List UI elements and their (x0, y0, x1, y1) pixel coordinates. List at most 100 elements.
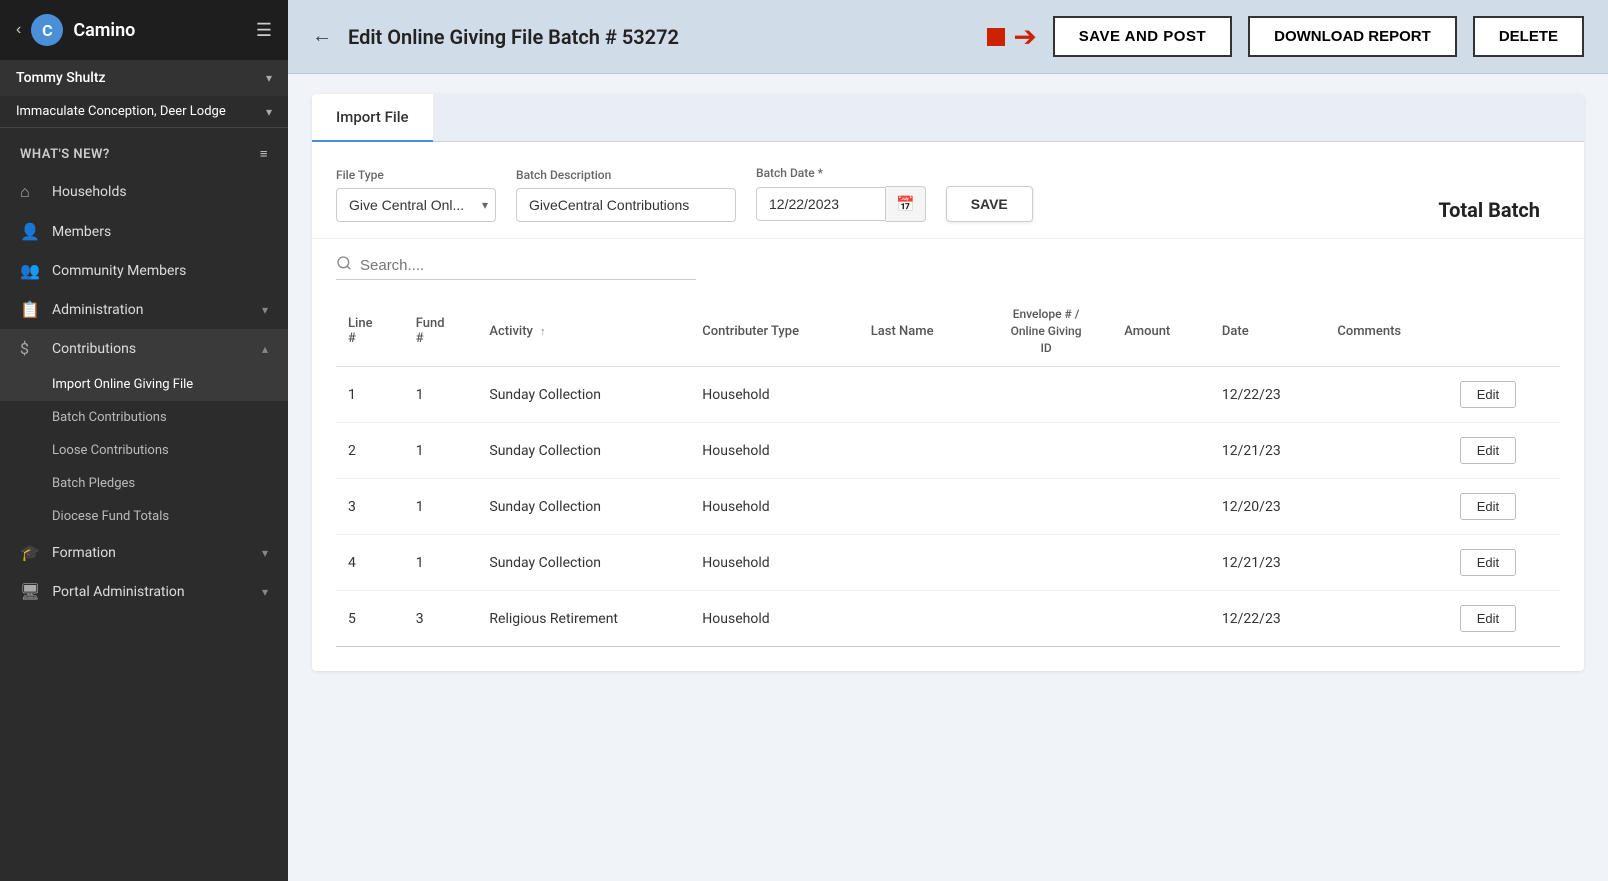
calendar-icon[interactable]: 📅 (886, 186, 926, 222)
save-button[interactable]: SAVE (946, 186, 1033, 222)
sidebar-back-button[interactable]: ‹ (16, 21, 21, 39)
cell-date: 12/22/23 (1210, 367, 1325, 423)
sort-icon[interactable]: ↑ (540, 325, 546, 338)
cell-date: 12/22/23 (1210, 591, 1325, 647)
edit-button[interactable]: Edit (1460, 549, 1516, 576)
cell-amount (1112, 479, 1210, 535)
topbar-back-button[interactable]: ← (312, 25, 332, 48)
sidebar-subitem-batch-pledges[interactable]: Batch Pledges (0, 467, 288, 500)
org-section[interactable]: Immaculate Conception, Deer Lodge ▾ (0, 96, 288, 128)
cell-date: 12/21/23 (1210, 535, 1325, 591)
search-input[interactable] (360, 257, 696, 274)
cell-fund: 3 (404, 591, 478, 647)
sidebar-item-label: Formation (52, 545, 250, 561)
cell-envelope (980, 367, 1112, 423)
cell-amount (1112, 535, 1210, 591)
user-section[interactable]: Tommy Shultz ▾ (0, 60, 288, 96)
sidebar-item-households[interactable]: ⌂ Households (0, 172, 288, 212)
cell-line: 3 (336, 479, 404, 535)
col-contributor-type: Contributer Type (690, 296, 858, 367)
group-icon: 👥 (20, 261, 40, 280)
cell-contributor-type: Household (690, 423, 858, 479)
search-area (312, 239, 1584, 296)
cell-comments (1325, 479, 1447, 535)
chevron-down-icon: ▾ (262, 585, 268, 599)
table-row: 2 1 Sunday Collection Household 12/21/23… (336, 423, 1560, 479)
cell-envelope (980, 479, 1112, 535)
table-header: Line# Fund# Activity ↑ Contributer Type … (336, 296, 1560, 367)
batch-description-input[interactable] (516, 188, 736, 222)
batch-date-input[interactable] (756, 187, 886, 221)
col-amount: Amount (1112, 296, 1210, 367)
cell-contributor-type: Household (690, 591, 858, 647)
cell-action: Edit (1448, 591, 1560, 647)
sidebar-header: ‹ C Camino ☰ (0, 0, 288, 60)
cell-envelope (980, 423, 1112, 479)
main-content: ← Edit Online Giving File Batch # 53272 … (288, 0, 1608, 881)
cell-contributor-type: Household (690, 535, 858, 591)
sidebar-item-members[interactable]: 👤 Members (0, 212, 288, 251)
sidebar-item-label: Administration (52, 302, 250, 318)
cell-date: 12/21/23 (1210, 423, 1325, 479)
sidebar-nav: WHAT'S NEW? ≡ ⌂ Households 👤 Members 👥 C… (0, 128, 288, 881)
sidebar-subitem-loose-contributions[interactable]: Loose Contributions (0, 434, 288, 467)
sidebar-item-contributions[interactable]: $ Contributions ▴ (0, 329, 288, 368)
edit-button[interactable]: Edit (1460, 437, 1516, 464)
sidebar-item-portal-administration[interactable]: 🖥 Portal Administration ▾ (0, 572, 288, 611)
cell-last-name (859, 479, 980, 535)
cell-fund: 1 (404, 479, 478, 535)
batch-date-wrapper: 📅 (756, 186, 926, 222)
hamburger-menu-button[interactable]: ☰ (256, 20, 272, 41)
contributions-table: Line# Fund# Activity ↑ Contributer Type … (336, 296, 1560, 647)
total-batch-label: Total Batch (1438, 198, 1560, 222)
table-row: 3 1 Sunday Collection Household 12/20/23… (336, 479, 1560, 535)
sidebar-subitem-batch-contributions[interactable]: Batch Contributions (0, 401, 288, 434)
cell-date: 12/20/23 (1210, 479, 1325, 535)
sidebar-item-label: Households (52, 184, 268, 200)
col-action (1448, 296, 1560, 367)
file-type-label: File Type (336, 168, 496, 182)
table-body: 1 1 Sunday Collection Household 12/22/23… (336, 367, 1560, 647)
delete-button[interactable]: DELETE (1473, 16, 1584, 57)
topbar: ← Edit Online Giving File Batch # 53272 … (288, 0, 1608, 74)
download-report-button[interactable]: DOWNLOAD REPORT (1248, 16, 1457, 57)
search-wrapper (336, 255, 696, 280)
col-last-name: Last Name (859, 296, 980, 367)
sidebar-logo-area: ‹ C Camino (16, 14, 135, 46)
sidebar-subitem-import-online-giving[interactable]: Import Online Giving File (0, 368, 288, 401)
save-and-post-button[interactable]: SAVE AND POST (1053, 16, 1232, 57)
file-type-select-wrapper: Give Central Onl... ▾ (336, 188, 496, 222)
sidebar-item-label: Portal Administration (52, 584, 250, 600)
batch-date-group: Batch Date * 📅 (756, 166, 926, 222)
col-comments: Comments (1325, 296, 1447, 367)
org-chevron-icon: ▾ (266, 105, 272, 119)
cell-comments (1325, 423, 1447, 479)
sidebar-subitem-diocese-fund-totals[interactable]: Diocese Fund Totals (0, 500, 288, 533)
formation-icon: 🎓 (20, 543, 40, 562)
cell-activity: Religious Retirement (477, 591, 690, 647)
cell-last-name (859, 423, 980, 479)
list-icon: ≡ (260, 146, 268, 162)
sidebar-item-formation[interactable]: 🎓 Formation ▾ (0, 533, 288, 572)
sidebar-subitem-label: Batch Pledges (52, 476, 135, 491)
file-type-select[interactable]: Give Central Onl... (336, 188, 496, 222)
edit-button[interactable]: Edit (1460, 605, 1516, 632)
edit-button[interactable]: Edit (1460, 381, 1516, 408)
edit-button[interactable]: Edit (1460, 493, 1516, 520)
tab-import-file[interactable]: Import File (312, 94, 433, 142)
cell-activity: Sunday Collection (477, 367, 690, 423)
sidebar-subitem-label: Diocese Fund Totals (52, 509, 169, 524)
sidebar-item-administration[interactable]: 📋 Administration ▾ (0, 290, 288, 329)
tab-bar: Import File (312, 94, 1584, 142)
cell-line: 5 (336, 591, 404, 647)
chevron-down-icon: ▾ (262, 546, 268, 560)
form-area: File Type Give Central Onl... ▾ Batch De… (312, 142, 1584, 239)
cell-amount (1112, 591, 1210, 647)
batch-description-group: Batch Description (516, 168, 736, 222)
cell-action: Edit (1448, 535, 1560, 591)
cell-action: Edit (1448, 423, 1560, 479)
sidebar-item-community-members[interactable]: 👥 Community Members (0, 251, 288, 290)
sidebar-subitem-label: Batch Contributions (52, 410, 167, 425)
dollar-icon: $ (20, 339, 40, 358)
cell-line: 4 (336, 535, 404, 591)
